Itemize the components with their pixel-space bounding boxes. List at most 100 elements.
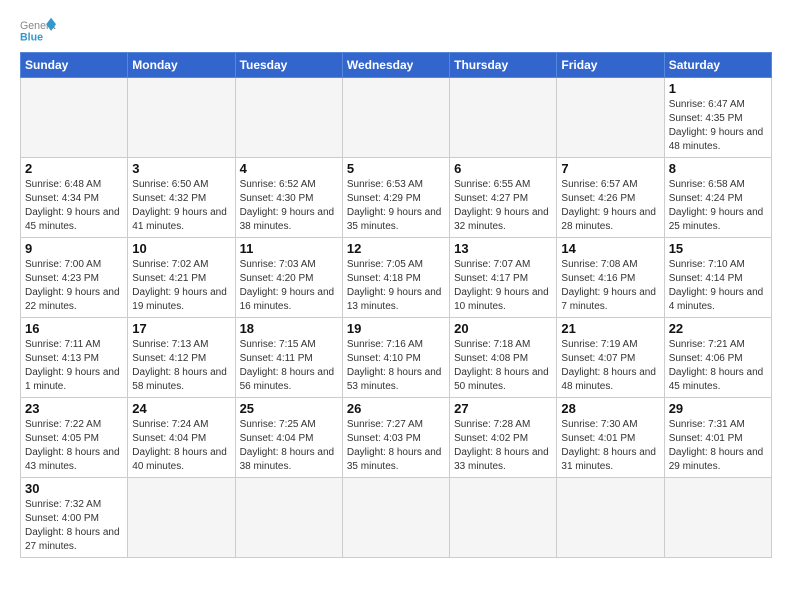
day-number: 27 [454,401,552,416]
weekday-header-saturday: Saturday [664,53,771,78]
calendar-cell: 10 Sunrise: 7:02 AM Sunset: 4:21 PM Dayli… [128,238,235,318]
day-number: 2 [25,161,123,176]
day-number: 8 [669,161,767,176]
day-number: 12 [347,241,445,256]
calendar-cell [235,78,342,158]
calendar-cell: 27 Sunrise: 7:28 AM Sunset: 4:02 PM Dayli… [450,398,557,478]
calendar-cell [128,78,235,158]
day-info: Sunrise: 7:32 AM Sunset: 4:00 PM Dayligh… [25,498,123,554]
calendar-cell: 5Sunrise: 6:53 AM Sunset: 4:29 PM Daylig… [342,158,449,238]
day-info: Sunrise: 7:22 AM Sunset: 4:05 PM Dayligh… [25,418,123,474]
calendar-cell: 24 Sunrise: 7:24 AM Sunset: 4:04 PM Dayli… [128,398,235,478]
calendar-cell: 26Sunrise: 7:27 AM Sunset: 4:03 PM Dayli… [342,398,449,478]
calendar-week-5: 30 Sunrise: 7:32 AM Sunset: 4:00 PM Dayli… [21,478,772,558]
day-number: 19 [347,321,445,336]
calendar-cell: 12 Sunrise: 7:05 AM Sunset: 4:18 PM Dayli… [342,238,449,318]
calendar-cell [450,78,557,158]
day-number: 3 [132,161,230,176]
calendar-week-3: 16Sunrise: 7:11 AM Sunset: 4:13 PM Dayli… [21,318,772,398]
calendar-cell: 19 Sunrise: 7:16 AM Sunset: 4:10 PM Dayli… [342,318,449,398]
day-info: Sunrise: 6:55 AM Sunset: 4:27 PM Dayligh… [454,178,552,234]
calendar-body: 1Sunrise: 6:47 AM Sunset: 4:35 PM Daylig… [21,78,772,558]
calendar-table: SundayMondayTuesdayWednesdayThursdayFrid… [20,52,772,558]
day-info: Sunrise: 7:08 AM Sunset: 4:16 PM Dayligh… [561,258,659,314]
day-number: 4 [240,161,338,176]
calendar-cell: 3Sunrise: 6:50 AM Sunset: 4:32 PM Daylig… [128,158,235,238]
calendar-cell [342,78,449,158]
calendar-cell: 2 Sunrise: 6:48 AM Sunset: 4:34 PM Daylig… [21,158,128,238]
weekday-header-sunday: Sunday [21,53,128,78]
day-number: 13 [454,241,552,256]
day-number: 28 [561,401,659,416]
header-area: General Blue [20,16,772,44]
calendar-week-2: 9 Sunrise: 7:00 AM Sunset: 4:23 PM Daylig… [21,238,772,318]
day-number: 29 [669,401,767,416]
calendar-cell [557,78,664,158]
day-info: Sunrise: 7:05 AM Sunset: 4:18 PM Dayligh… [347,258,445,314]
day-info: Sunrise: 7:03 AM Sunset: 4:20 PM Dayligh… [240,258,338,314]
calendar-cell: 11Sunrise: 7:03 AM Sunset: 4:20 PM Dayli… [235,238,342,318]
day-info: Sunrise: 7:15 AM Sunset: 4:11 PM Dayligh… [240,338,338,394]
day-info: Sunrise: 6:48 AM Sunset: 4:34 PM Dayligh… [25,178,123,234]
day-info: Sunrise: 7:21 AM Sunset: 4:06 PM Dayligh… [669,338,767,394]
calendar-cell: 17 Sunrise: 7:13 AM Sunset: 4:12 PM Dayli… [128,318,235,398]
calendar-cell: 22 Sunrise: 7:21 AM Sunset: 4:06 PM Dayli… [664,318,771,398]
day-info: Sunrise: 7:28 AM Sunset: 4:02 PM Dayligh… [454,418,552,474]
day-number: 9 [25,241,123,256]
calendar-cell [557,478,664,558]
page: General Blue SundayMondayTuesdayWednesda… [0,0,792,612]
day-number: 30 [25,481,123,496]
calendar-cell: 6Sunrise: 6:55 AM Sunset: 4:27 PM Daylig… [450,158,557,238]
day-number: 20 [454,321,552,336]
calendar-cell: 18 Sunrise: 7:15 AM Sunset: 4:11 PM Dayli… [235,318,342,398]
weekday-header-thursday: Thursday [450,53,557,78]
day-info: Sunrise: 7:24 AM Sunset: 4:04 PM Dayligh… [132,418,230,474]
day-info: Sunrise: 7:00 AM Sunset: 4:23 PM Dayligh… [25,258,123,314]
weekday-header-friday: Friday [557,53,664,78]
day-number: 24 [132,401,230,416]
calendar-week-0: 1Sunrise: 6:47 AM Sunset: 4:35 PM Daylig… [21,78,772,158]
day-number: 10 [132,241,230,256]
calendar-cell: 20 Sunrise: 7:18 AM Sunset: 4:08 PM Dayli… [450,318,557,398]
calendar-week-1: 2 Sunrise: 6:48 AM Sunset: 4:34 PM Daylig… [21,158,772,238]
calendar-cell: 1Sunrise: 6:47 AM Sunset: 4:35 PM Daylig… [664,78,771,158]
day-info: Sunrise: 7:30 AM Sunset: 4:01 PM Dayligh… [561,418,659,474]
calendar-header: SundayMondayTuesdayWednesdayThursdayFrid… [21,53,772,78]
day-number: 17 [132,321,230,336]
day-info: Sunrise: 7:11 AM Sunset: 4:13 PM Dayligh… [25,338,123,394]
logo: General Blue [20,16,56,44]
calendar-cell: 21Sunrise: 7:19 AM Sunset: 4:07 PM Dayli… [557,318,664,398]
day-number: 26 [347,401,445,416]
day-info: Sunrise: 7:10 AM Sunset: 4:14 PM Dayligh… [669,258,767,314]
day-info: Sunrise: 6:57 AM Sunset: 4:26 PM Dayligh… [561,178,659,234]
day-info: Sunrise: 7:13 AM Sunset: 4:12 PM Dayligh… [132,338,230,394]
weekday-header-wednesday: Wednesday [342,53,449,78]
calendar-cell: 30 Sunrise: 7:32 AM Sunset: 4:00 PM Dayli… [21,478,128,558]
day-number: 23 [25,401,123,416]
calendar-cell: 15 Sunrise: 7:10 AM Sunset: 4:14 PM Dayli… [664,238,771,318]
calendar-cell [450,478,557,558]
calendar-cell: 28 Sunrise: 7:30 AM Sunset: 4:01 PM Dayli… [557,398,664,478]
calendar-cell: 23 Sunrise: 7:22 AM Sunset: 4:05 PM Dayli… [21,398,128,478]
day-info: Sunrise: 7:16 AM Sunset: 4:10 PM Dayligh… [347,338,445,394]
day-info: Sunrise: 7:02 AM Sunset: 4:21 PM Dayligh… [132,258,230,314]
calendar-cell: 13 Sunrise: 7:07 AM Sunset: 4:17 PM Dayli… [450,238,557,318]
calendar-cell: 14 Sunrise: 7:08 AM Sunset: 4:16 PM Dayli… [557,238,664,318]
day-number: 22 [669,321,767,336]
calendar-cell: 4Sunrise: 6:52 AM Sunset: 4:30 PM Daylig… [235,158,342,238]
day-number: 15 [669,241,767,256]
calendar-cell: 7Sunrise: 6:57 AM Sunset: 4:26 PM Daylig… [557,158,664,238]
day-info: Sunrise: 6:53 AM Sunset: 4:29 PM Dayligh… [347,178,445,234]
day-number: 14 [561,241,659,256]
calendar-cell: 25 Sunrise: 7:25 AM Sunset: 4:04 PM Dayli… [235,398,342,478]
day-number: 1 [669,81,767,96]
calendar-cell [342,478,449,558]
day-number: 18 [240,321,338,336]
day-info: Sunrise: 7:25 AM Sunset: 4:04 PM Dayligh… [240,418,338,474]
day-info: Sunrise: 7:18 AM Sunset: 4:08 PM Dayligh… [454,338,552,394]
day-number: 25 [240,401,338,416]
calendar-week-4: 23 Sunrise: 7:22 AM Sunset: 4:05 PM Dayli… [21,398,772,478]
day-info: Sunrise: 7:07 AM Sunset: 4:17 PM Dayligh… [454,258,552,314]
calendar-cell [21,78,128,158]
calendar-cell: 8Sunrise: 6:58 AM Sunset: 4:24 PM Daylig… [664,158,771,238]
